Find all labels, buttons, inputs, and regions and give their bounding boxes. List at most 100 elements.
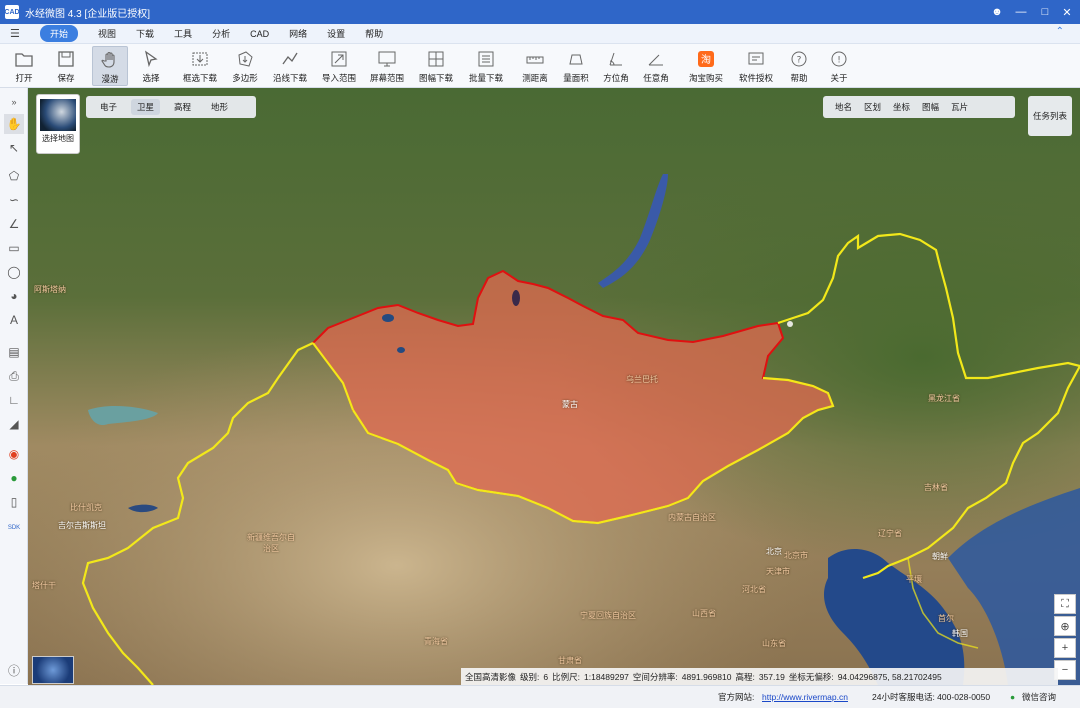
batch-download-button[interactable]: 批量下载 — [466, 46, 506, 86]
phone-icon[interactable]: ▯ — [4, 492, 24, 512]
text-icon[interactable]: A — [4, 310, 24, 330]
expand-icon[interactable]: » — [4, 92, 24, 112]
overview-globe-icon[interactable] — [32, 656, 74, 684]
map-type-bar: 电子 卫星 高程 地形 — [86, 96, 256, 118]
about-button[interactable]: ! 关于 — [826, 46, 852, 86]
label-hebei: 河北省 — [742, 585, 766, 594]
site-link[interactable]: http://www.rivermap.cn — [762, 692, 848, 702]
label-shandong: 山东省 — [762, 639, 786, 648]
info-scale: 1:18489297 — [584, 671, 629, 682]
ruler-icon — [526, 56, 544, 64]
screen-range-button[interactable]: 屏幕范围 — [366, 46, 408, 86]
azimuth-button[interactable]: 方位角 — [600, 46, 632, 86]
overlay-coordinates[interactable]: 坐标 — [893, 101, 910, 113]
cursor-icon[interactable]: ↖ — [4, 138, 24, 158]
measure-distance-label: 测距离 — [522, 73, 548, 83]
user-icon[interactable]: ☻ — [986, 0, 1008, 24]
minimize-button[interactable]: — — [1010, 0, 1032, 24]
help-icon[interactable]: ⓘ — [4, 660, 24, 680]
label-tashkent: 塔什干 — [32, 581, 56, 590]
sdk-icon[interactable]: SDK — [4, 518, 24, 538]
angle-icon[interactable]: ◢ — [4, 414, 24, 434]
angle-button[interactable]: 任意角 — [640, 46, 672, 86]
close-button[interactable]: ✕ — [1056, 0, 1078, 24]
chart-line-icon[interactable]: ∠ — [4, 214, 24, 234]
screen-range-label: 屏幕范围 — [369, 73, 404, 83]
layer-icon[interactable]: ▤ — [4, 342, 24, 362]
circle-icon[interactable]: ◯ — [4, 262, 24, 282]
import-range-button[interactable]: 导入范围 — [318, 46, 360, 86]
map-view[interactable]: 选择地图 电子 卫星 高程 地形 地名 区划 坐标 图幅 瓦片 任务列表 蒙古 … — [28, 88, 1080, 685]
measure-area-label: 量面积 — [563, 73, 589, 83]
license-button[interactable]: 软件授权 — [736, 46, 776, 86]
menu-tools[interactable]: 工具 — [174, 27, 192, 40]
line-download-icon — [282, 52, 298, 65]
ribbon-toolbar: 打开 保存 漫游 选择 框选下载 多边形 沿线下载 导入范围 屏幕范围 图幅下载… — [0, 44, 1080, 88]
box-download-icon — [192, 52, 208, 66]
task-list-button[interactable]: 任务列表 — [1028, 96, 1072, 136]
pan-button[interactable]: 漫游 — [92, 46, 128, 86]
line-download-button[interactable]: 沿线下载 — [270, 46, 310, 86]
maptype-electronic[interactable]: 电子 — [94, 99, 123, 115]
maptype-satellite[interactable]: 卫星 — [131, 99, 161, 115]
menu-cad[interactable]: CAD — [250, 29, 269, 39]
azimuth-icon[interactable]: ∟ — [4, 390, 24, 410]
fullscreen-icon[interactable]: ⛶ — [1054, 594, 1076, 614]
label-qinghai: 青海省 — [424, 637, 448, 646]
menu-help[interactable]: 帮助 — [365, 27, 383, 40]
polygon-download-label: 多边形 — [232, 73, 258, 83]
help-button[interactable]: ? 帮助 — [786, 46, 812, 86]
printer-icon[interactable]: ⎙ — [4, 366, 24, 386]
menu-settings[interactable]: 设置 — [327, 27, 345, 40]
menu-download[interactable]: 下载 — [136, 27, 154, 40]
overlay-placenames[interactable]: 地名 — [835, 101, 852, 113]
polygon-download-button[interactable]: 多边形 — [228, 46, 262, 86]
label-north-korea: 朝鲜 — [932, 552, 948, 561]
sector-icon[interactable]: ◕ — [4, 286, 24, 306]
label-ningxia: 宁夏回族自治区 — [580, 611, 636, 620]
locate-icon[interactable]: ⊕ — [1054, 616, 1076, 636]
wechat-label[interactable]: 微信咨询 — [1022, 691, 1056, 703]
hamburger-icon[interactable]: ☰ — [10, 27, 30, 40]
polygon-icon[interactable]: ⬠ — [4, 166, 24, 186]
taobao-buy-button[interactable]: 淘 淘宝购买 — [686, 46, 726, 86]
wechat-icon[interactable]: ● — [1010, 692, 1015, 702]
maptype-terrain[interactable]: 地形 — [205, 99, 234, 115]
measure-distance-button[interactable]: 测距离 — [518, 46, 552, 86]
box-download-label: 框选下载 — [182, 73, 217, 83]
collapse-ribbon-icon[interactable]: ⌃ — [1056, 26, 1064, 37]
map-layer-selector[interactable]: 选择地图 — [36, 94, 80, 154]
menu-start[interactable]: 开始 — [40, 25, 79, 42]
select-button[interactable]: 选择 — [136, 46, 166, 86]
rectangle-icon[interactable]: ▭ — [4, 238, 24, 258]
box-download-button[interactable]: 框选下载 — [180, 46, 220, 86]
color-wheel-icon[interactable]: ◉ — [4, 444, 24, 464]
help-icon: ? — [791, 51, 807, 67]
label-seoul: 首尔 — [938, 614, 954, 623]
overlay-tiles[interactable]: 瓦片 — [951, 101, 968, 113]
label-inner-mongolia: 内蒙古自治区 — [668, 513, 716, 522]
maptype-elevation[interactable]: 高程 — [168, 99, 197, 115]
save-label: 保存 — [57, 73, 75, 83]
label-liaoning: 辽宁省 — [878, 529, 902, 538]
overlay-sheets[interactable]: 图幅 — [922, 101, 939, 113]
title-bar: CAD 水经微图 4.3 [企业版已授权] ☻ — □ ✕ — [0, 0, 1080, 24]
polyline-icon[interactable]: ∽ — [4, 190, 24, 210]
menu-view[interactable]: 视图 — [98, 27, 116, 40]
open-button[interactable]: 打开 — [8, 46, 40, 86]
menu-analysis[interactable]: 分析 — [212, 27, 230, 40]
maximize-button[interactable]: □ — [1034, 0, 1056, 24]
overlay-divisions[interactable]: 区划 — [864, 101, 881, 113]
zoom-in-button[interactable]: + — [1054, 638, 1076, 658]
green-circle-icon[interactable]: ● — [4, 468, 24, 488]
open-label: 打开 — [15, 73, 33, 83]
hand-icon[interactable]: ✋ — [4, 114, 24, 134]
angle-label: 任意角 — [643, 73, 669, 83]
batch-download-icon — [478, 51, 494, 67]
save-button[interactable]: 保存 — [50, 46, 82, 86]
menu-network[interactable]: 网络 — [289, 27, 307, 40]
sheet-download-button[interactable]: 图幅下载 — [414, 46, 458, 86]
measure-area-button[interactable]: 量面积 — [560, 46, 592, 86]
about-label: 关于 — [830, 73, 848, 83]
batch-download-label: 批量下载 — [468, 73, 503, 83]
